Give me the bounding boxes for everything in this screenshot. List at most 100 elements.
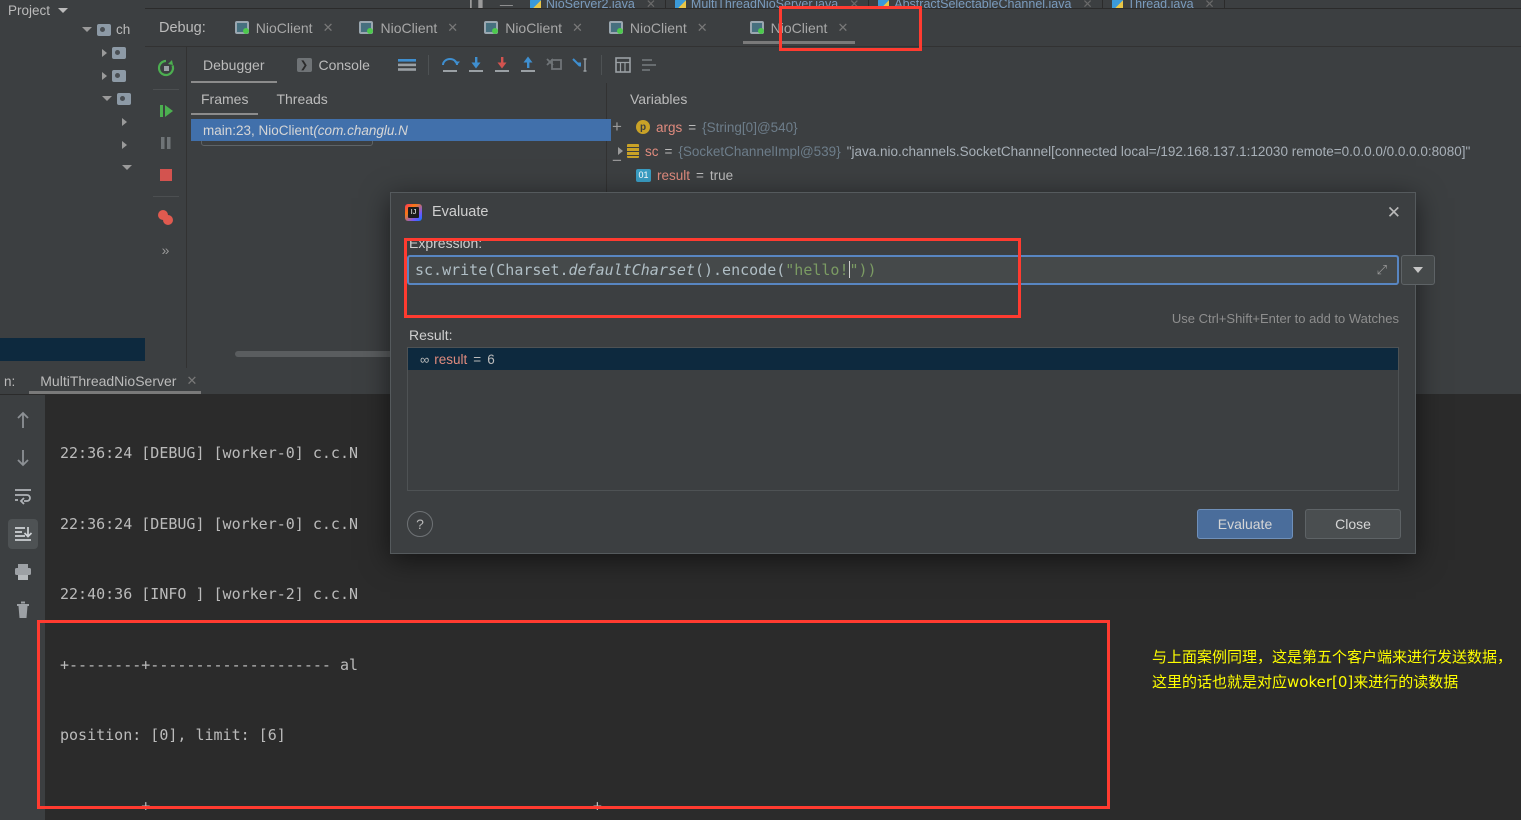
result-panel[interactable]: ∞ result = 6: [407, 347, 1399, 491]
mute-breakpoints-icon[interactable]: [150, 203, 182, 233]
chevron-down-icon[interactable]: [58, 7, 69, 13]
expression-label-text: Expression:: [409, 235, 483, 251]
evaluate-expression-icon[interactable]: [610, 52, 636, 78]
close-button[interactable]: Close: [1305, 509, 1401, 539]
variable-row-args[interactable]: p args = {String[0]@540}: [608, 115, 1521, 139]
help-button[interactable]: ?: [407, 511, 433, 537]
close-icon[interactable]: ✕: [697, 20, 708, 36]
step-into-icon[interactable]: [463, 52, 489, 78]
stop-icon[interactable]: [150, 160, 182, 190]
tab-console[interactable]: ❯ Console: [281, 47, 386, 83]
expression-history-dropdown[interactable]: [1401, 255, 1435, 285]
chevron-down-icon[interactable]: [82, 27, 92, 32]
console-line: 22:40:36 [INFO ] [worker-2] c.c.N: [60, 585, 359, 603]
close-icon[interactable]: ✕: [186, 373, 197, 389]
debug-window-label: Debug:: [159, 19, 206, 36]
evaluate-button[interactable]: Evaluate: [1197, 509, 1293, 539]
force-step-into-icon[interactable]: [489, 52, 515, 78]
frames-tab-bar[interactable]: Frames Threads: [187, 83, 606, 115]
up-icon[interactable]: [8, 405, 38, 435]
resume-icon[interactable]: [150, 96, 182, 126]
tree-row[interactable]: ch: [0, 18, 150, 41]
evaluate-dialog-footer: ? Evaluate Close: [391, 495, 1417, 553]
scroll-to-end-icon[interactable]: [7, 519, 38, 549]
variable-row-result[interactable]: 01 result = true: [608, 163, 1521, 187]
variable-name: result: [657, 167, 691, 183]
print-icon[interactable]: [8, 557, 38, 587]
folder-icon: [112, 69, 126, 82]
result-label-text: Result:: [409, 327, 453, 343]
result-equals: =: [473, 351, 482, 367]
soft-wrap-icon[interactable]: [8, 481, 38, 511]
tree-row[interactable]: [0, 156, 150, 179]
debugger-toolbar[interactable]: Debugger ❯ Console: [187, 47, 1521, 83]
debug-session-tab-1[interactable]: NioClient ✕: [222, 9, 347, 47]
tree-row[interactable]: [0, 133, 150, 156]
debug-action-rail[interactable]: »: [145, 47, 187, 369]
run-config-icon: [608, 21, 623, 34]
drop-frame-icon[interactable]: [541, 52, 567, 78]
run-config-icon: [359, 21, 374, 34]
close-icon[interactable]: ✕: [1387, 204, 1401, 221]
evaluate-hint: Use Ctrl+Shift+Enter to add to Watches: [1171, 311, 1399, 326]
expression-input[interactable]: sc.write(Charset.defaultCharset().encode…: [407, 255, 1399, 285]
tab-debugger[interactable]: Debugger: [187, 47, 281, 83]
close-icon[interactable]: ✕: [323, 20, 334, 36]
variables-header: Variables: [608, 83, 1521, 115]
debug-session-tab-3[interactable]: NioClient ✕: [471, 9, 596, 47]
trash-icon[interactable]: [8, 595, 38, 625]
pause-icon[interactable]: [150, 128, 182, 158]
close-icon[interactable]: ✕: [572, 20, 583, 36]
plus-icon[interactable]: +: [612, 117, 622, 137]
variable-row-sc[interactable]: sc = {SocketChannelImpl@539} "java.nio.c…: [608, 139, 1521, 163]
console-tab-multithreadnioserver[interactable]: MultiThreadNioServer ✕: [25, 368, 205, 395]
tab-threads[interactable]: Threads: [262, 83, 341, 115]
debug-session-tab-2[interactable]: NioClient ✕: [346, 9, 471, 47]
chevron-right-icon[interactable]: [122, 117, 127, 126]
frame-row-class: (com.changlu.N: [313, 122, 408, 138]
folder-icon: [117, 92, 131, 105]
run-config-icon: [484, 21, 499, 34]
debug-tab-label: NioClient: [255, 19, 313, 36]
chevron-down-icon[interactable]: [102, 96, 112, 101]
tree-row[interactable]: [0, 110, 150, 133]
close-icon[interactable]: ✕: [837, 20, 848, 36]
frame-row-main[interactable]: main:23, NioClient (com.changlu.N: [191, 119, 611, 141]
run-to-cursor-icon[interactable]: [567, 52, 593, 78]
expr-part-3: ().encode(: [694, 261, 786, 279]
run-config-icon: [234, 21, 249, 34]
tree-row[interactable]: [0, 87, 150, 110]
variable-value: "java.nio.channels.SocketChannel[connect…: [846, 143, 1471, 159]
close-icon[interactable]: ✕: [447, 20, 458, 36]
expand-editor-icon[interactable]: ⤢: [1377, 263, 1391, 278]
variables-add-remove[interactable]: + −: [612, 117, 622, 171]
chevron-right-icon[interactable]: [102, 71, 107, 80]
minus-icon[interactable]: −: [612, 151, 622, 171]
tree-row[interactable]: [0, 41, 150, 64]
rerun-icon[interactable]: [150, 53, 182, 83]
result-name: result: [434, 351, 468, 367]
evaluate-dialog: Evaluate ✕ Expression: sc.write(Charset.…: [390, 192, 1435, 554]
expression-code: sc.write(Charset.defaultCharset().encode…: [415, 261, 877, 279]
console-action-rail[interactable]: [0, 395, 46, 820]
rail-divider: [152, 89, 179, 90]
tab-frames-label: Frames: [201, 91, 249, 107]
debug-session-tab-4[interactable]: NioClient ✕: [596, 9, 721, 47]
sort-icon[interactable]: [636, 52, 662, 78]
debug-session-tab-5[interactable]: NioClient ✕: [737, 9, 862, 47]
chevron-right-icon[interactable]: [122, 140, 127, 149]
result-row[interactable]: ∞ result = 6: [408, 348, 1398, 370]
close-button-label: Close: [1335, 516, 1371, 532]
tab-frames[interactable]: Frames: [187, 83, 262, 115]
debug-tab-bar[interactable]: Debug: NioClient ✕ NioClient ✕ NioClient…: [145, 9, 1521, 47]
console-line: +---------------------------------------…: [60, 796, 602, 815]
frame-row-label: main:23, NioClient: [203, 122, 314, 138]
down-icon[interactable]: [8, 443, 38, 473]
chevron-right-icon[interactable]: [102, 48, 107, 57]
step-over-icon[interactable]: [437, 52, 463, 78]
step-out-icon[interactable]: [515, 52, 541, 78]
chevron-down-icon[interactable]: [122, 165, 132, 170]
layout-icon[interactable]: [394, 52, 420, 78]
tree-row[interactable]: [0, 64, 150, 87]
more-icon[interactable]: »: [150, 235, 182, 265]
